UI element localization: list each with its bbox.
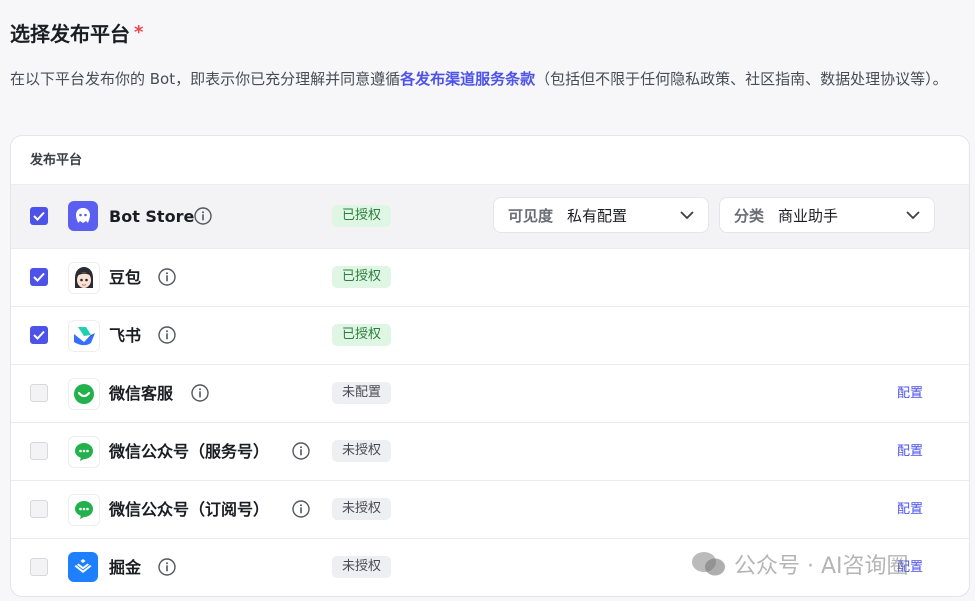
doubao-checkbox[interactable]: [30, 267, 48, 286]
terms-link[interactable]: 各发布渠道服务条款: [400, 70, 535, 88]
juejin-icon: [68, 551, 98, 582]
status-badge: 未授权: [332, 439, 392, 462]
category-label: 分类: [734, 206, 765, 225]
platform-name: 飞书: [109, 325, 142, 345]
platform-row-wechat-service: 微信客服 未配置 配置: [11, 365, 969, 423]
info-icon[interactable]: [158, 267, 176, 286]
status-badge: 未授权: [332, 555, 392, 578]
wechat-service-icon: [68, 377, 100, 410]
wechat-service-checkbox[interactable]: [30, 383, 48, 402]
feishu-checkbox[interactable]: [30, 325, 48, 344]
configure-link[interactable]: 配置: [897, 384, 923, 404]
status-badge: 未配置: [332, 381, 392, 404]
visibility-label: 可见度: [508, 206, 554, 225]
chevron-down-icon: [906, 210, 920, 219]
juejin-checkbox[interactable]: [30, 557, 48, 576]
platform-name: 微信公众号（订阅号）: [109, 499, 270, 519]
section-title: 选择发布平台 *: [10, 18, 143, 47]
platform-row-wechat-official-subscription: 微信公众号（订阅号） 未授权 配置: [11, 481, 969, 539]
feishu-icon: [68, 319, 100, 352]
platform-row-doubao: 豆包 已授权: [11, 249, 969, 307]
platform-row-feishu: 飞书 已授权: [11, 307, 969, 365]
status-badge: 已授权: [332, 204, 392, 227]
description-text-post: （包括但不限于任何隐私政策、社区指南、数据处理协议等）。: [535, 70, 948, 88]
info-icon[interactable]: [191, 383, 209, 402]
watermark: 公众号 · AI咨询圈: [690, 548, 909, 580]
visibility-value: 私有配置: [567, 206, 628, 225]
section-title-text: 选择发布平台: [10, 22, 130, 46]
required-mark: *: [134, 22, 144, 43]
section-description: 在以下平台发布你的 Bot，即表示你已充分理解并同意遵循各发布渠道服务条款（包括…: [10, 66, 965, 92]
configure-link[interactable]: 配置: [897, 442, 923, 462]
info-icon[interactable]: [292, 499, 310, 518]
wechat-official-subscription-checkbox[interactable]: [30, 499, 48, 518]
category-value: 商业助手: [778, 206, 839, 225]
info-icon[interactable]: [158, 557, 176, 576]
watermark-text: 公众号 · AI咨询圈: [734, 554, 909, 579]
platform-name: 掘金: [109, 557, 142, 577]
status-badge: 未授权: [332, 497, 392, 520]
category-select[interactable]: 分类 商业助手: [719, 197, 935, 233]
info-icon[interactable]: [158, 325, 176, 344]
bot-store-checkbox[interactable]: [30, 206, 48, 225]
platform-name: 微信公众号（服务号）: [109, 441, 270, 461]
platform-row-bot-store: Bot Store 已授权 可见度 私有配置 分类 商业助手: [11, 185, 969, 249]
table-header: 发布平台: [11, 136, 969, 185]
wechat-icon: [692, 552, 725, 576]
wechat-official-icon: [68, 493, 100, 526]
platform-name: Bot Store: [109, 206, 195, 226]
wechat-official-icon: [68, 435, 100, 468]
wechat-official-service-checkbox[interactable]: [30, 441, 48, 460]
platform-table: 发布平台 Bot Store 已授权 可见度 私有配置 分类 商业助手 豆包 已…: [10, 135, 970, 597]
bot-store-icon: [68, 200, 98, 231]
visibility-select[interactable]: 可见度 私有配置: [493, 197, 709, 233]
info-icon[interactable]: [292, 441, 310, 460]
status-badge: 已授权: [332, 265, 392, 288]
chevron-down-icon: [680, 210, 694, 219]
platform-name: 微信客服: [109, 383, 174, 403]
info-icon[interactable]: [194, 206, 212, 225]
status-badge: 已授权: [332, 323, 392, 346]
platform-row-wechat-official-service: 微信公众号（服务号） 未授权 配置: [11, 423, 969, 481]
description-text-pre: 在以下平台发布你的 Bot，即表示你已充分理解并同意遵循: [10, 70, 401, 88]
platform-name: 豆包: [109, 267, 142, 287]
doubao-avatar-icon: [68, 261, 100, 294]
configure-link[interactable]: 配置: [897, 500, 923, 520]
